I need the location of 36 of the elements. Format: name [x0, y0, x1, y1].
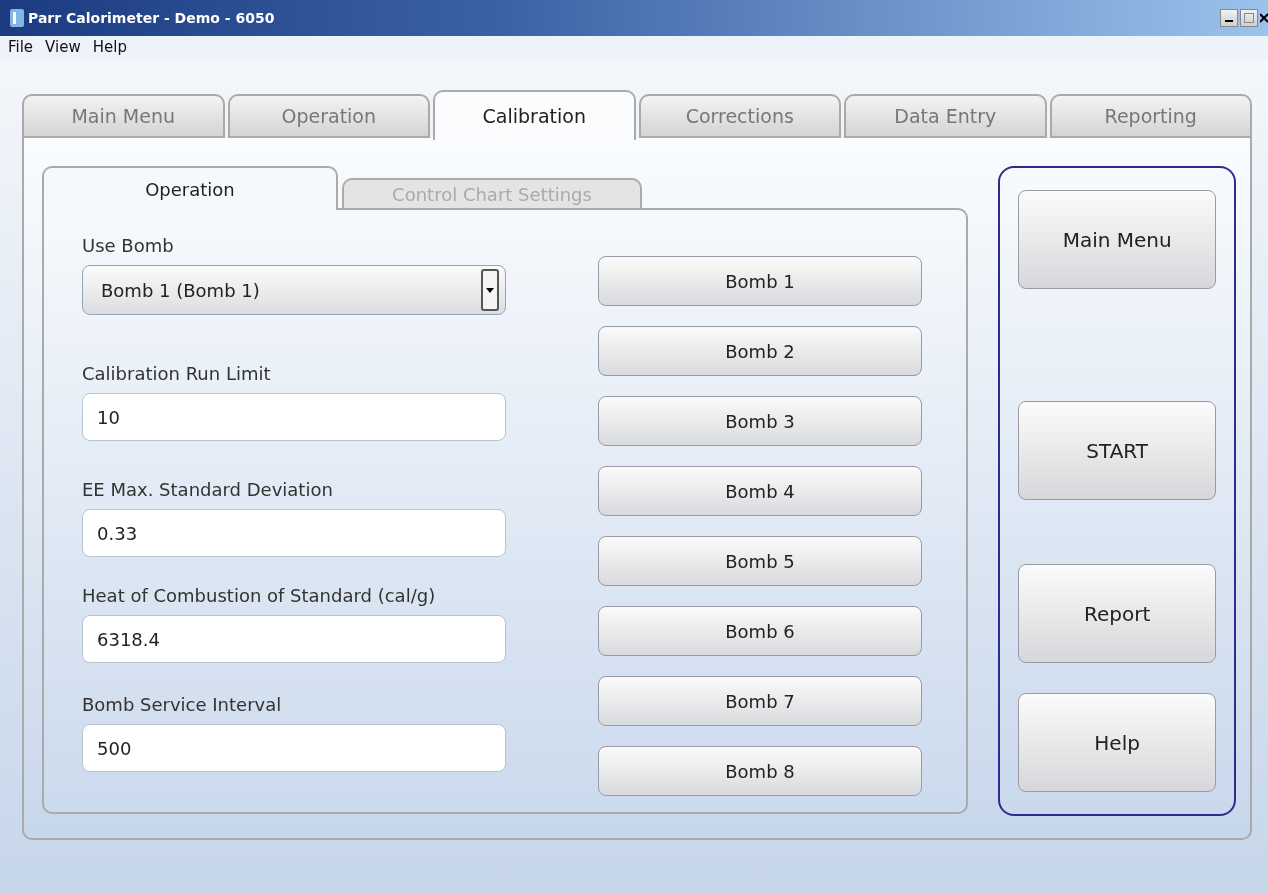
- bomb-button[interactable]: Bomb 4: [598, 466, 922, 516]
- menu-item[interactable]: Help: [92, 38, 127, 60]
- input-field[interactable]: 500: [82, 724, 506, 772]
- bomb-button[interactable]: Bomb 3: [598, 396, 922, 446]
- app-logo-icon: [10, 9, 24, 27]
- field-label: Bomb Service Interval: [82, 693, 283, 717]
- tab[interactable]: Calibration: [433, 90, 636, 140]
- dropdown-arrow-button[interactable]: [481, 269, 499, 311]
- input-field[interactable]: 6318.4: [82, 615, 506, 663]
- bomb-button[interactable]: Bomb 5: [598, 536, 922, 586]
- bomb-button[interactable]: Bomb 6: [598, 606, 922, 656]
- tab[interactable]: Data Entry: [844, 94, 1047, 138]
- input-field[interactable]: 10: [82, 393, 506, 441]
- input-field[interactable]: 0.33: [82, 509, 506, 557]
- action-button[interactable]: Report: [1018, 564, 1216, 663]
- bomb-button[interactable]: Bomb 7: [598, 676, 922, 726]
- field-label: Heat of Combustion of Standard (cal/g): [82, 584, 437, 608]
- field-label: EE Max. Standard Deviation: [82, 478, 334, 502]
- maximize-icon: [1244, 13, 1254, 23]
- action-button[interactable]: Help: [1018, 693, 1216, 792]
- tab[interactable]: Corrections: [638, 94, 841, 138]
- field-label: Use Bomb: [82, 234, 175, 258]
- bomb-button[interactable]: Bomb 8: [598, 746, 922, 796]
- sub-tab[interactable]: Operation: [42, 166, 338, 210]
- bomb-button[interactable]: Bomb 1: [598, 256, 922, 306]
- action-button[interactable]: START: [1018, 401, 1216, 500]
- bomb-button[interactable]: Bomb 2: [598, 326, 922, 376]
- menu-item[interactable]: View: [45, 38, 81, 60]
- menu-item[interactable]: File: [8, 38, 34, 60]
- window-title: Parr Calorimeter - Demo - 6050: [28, 10, 276, 26]
- dropdown[interactable]: Bomb 1 (Bomb 1): [82, 265, 506, 315]
- close-icon[interactable]: [1260, 12, 1268, 24]
- field-label: Calibration Run Limit: [82, 362, 272, 386]
- caret-icon: [486, 287, 494, 293]
- minimize-button[interactable]: [1220, 9, 1238, 27]
- action-button[interactable]: Main Menu: [1018, 190, 1216, 289]
